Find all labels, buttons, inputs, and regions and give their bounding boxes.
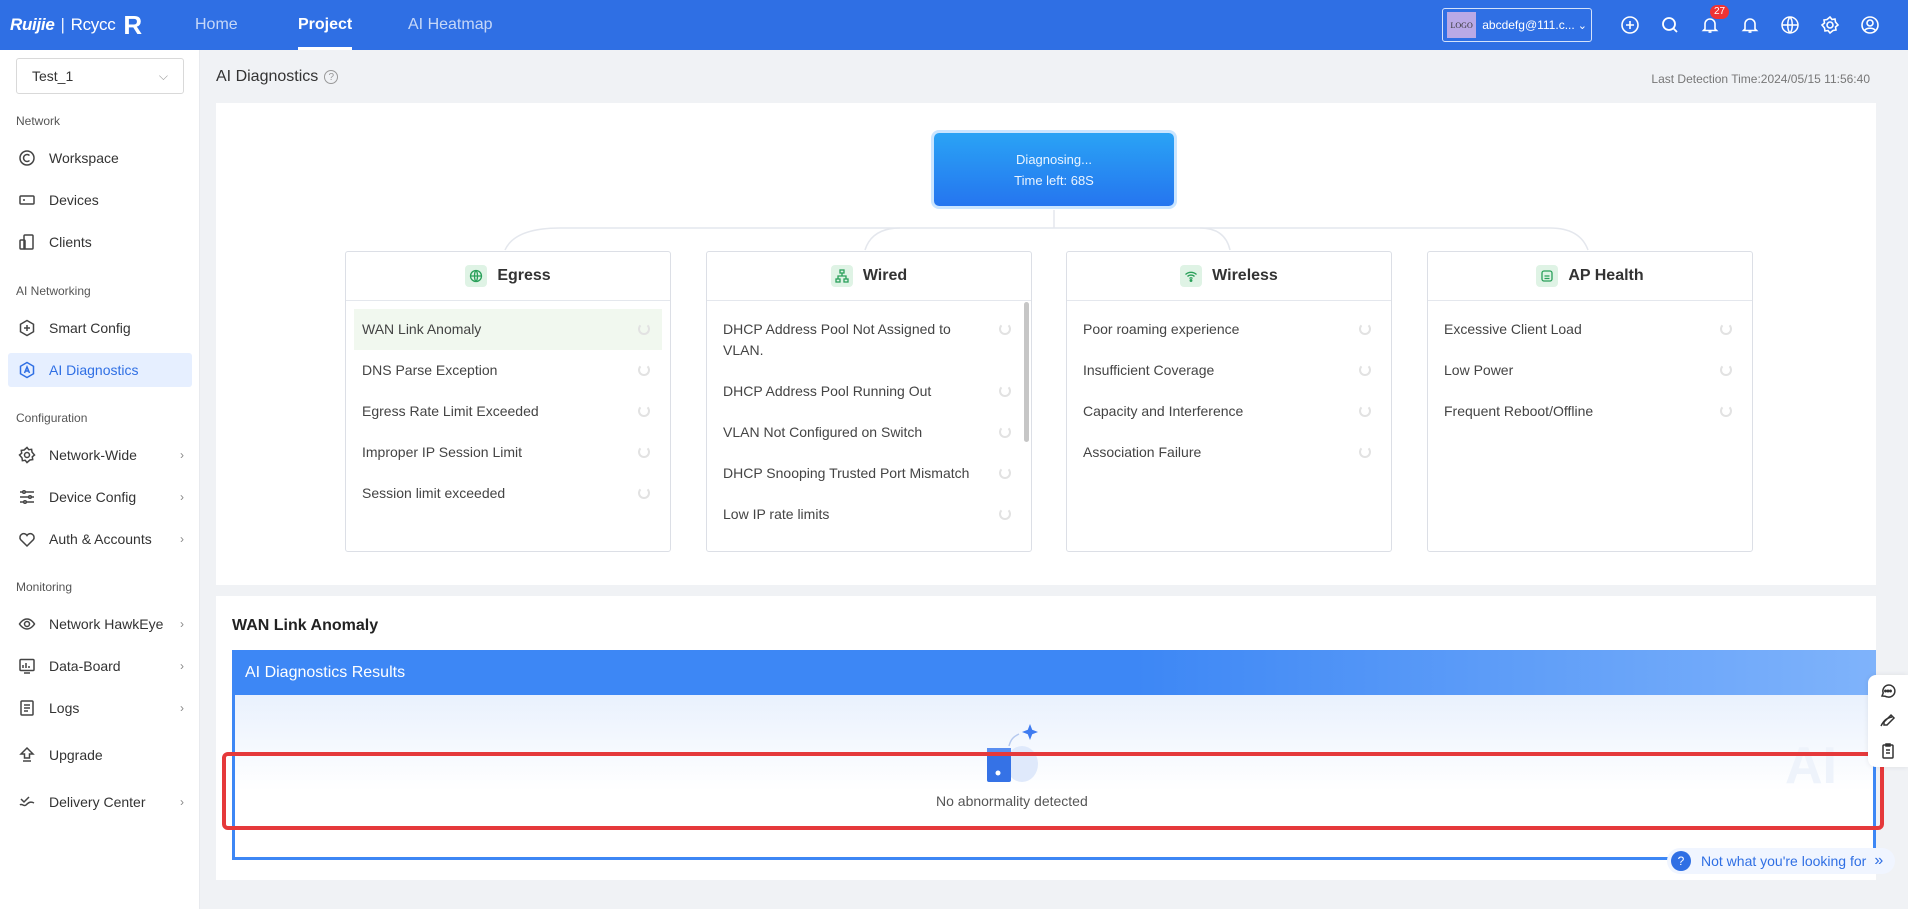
loading-spinner-icon (638, 323, 650, 335)
feedback-icon[interactable] (1878, 711, 1898, 731)
check-item[interactable]: Session limit exceeded (354, 473, 662, 514)
card-ap-health-header: AP Health (1428, 252, 1752, 301)
card-egress-header: Egress (346, 252, 670, 301)
check-item[interactable]: Insufficient Coverage (1075, 350, 1383, 391)
check-item[interactable]: Low IP rate limits (715, 494, 1023, 535)
help-circle-icon: ? (1671, 851, 1691, 871)
loading-spinner-icon (999, 385, 1011, 397)
check-item[interactable]: Excessive Client Load (1436, 309, 1744, 350)
loading-spinner-icon (999, 467, 1011, 479)
loading-spinner-icon (638, 364, 650, 376)
card-wireless-header: Wireless (1067, 252, 1391, 301)
check-item[interactable]: Frequent Reboot/Offline (1436, 391, 1744, 432)
floating-toolbar (1868, 675, 1908, 767)
check-item[interactable]: Egress Rate Limit Exceeded (354, 391, 662, 432)
time-left: Time left: 68S (1014, 172, 1094, 188)
network-tree-icon (830, 265, 853, 287)
scrollbar[interactable] (1024, 302, 1029, 442)
loading-spinner-icon (1720, 364, 1732, 376)
loading-spinner-icon (1359, 446, 1371, 458)
loading-spinner-icon (999, 426, 1011, 438)
card-wired-header: Wired (707, 252, 1031, 301)
check-item[interactable]: Capacity and Interference (1075, 391, 1383, 432)
loading-spinner-icon (1720, 405, 1732, 417)
clipboard-icon[interactable] (1878, 741, 1898, 761)
diagnosing-label: Diagnosing... (1016, 151, 1092, 167)
check-item[interactable]: Poor roaming experience (1075, 309, 1383, 350)
loading-spinner-icon (999, 323, 1011, 335)
loading-spinner-icon (1359, 323, 1371, 335)
check-item[interactable]: Improper IP Session Limit (354, 432, 662, 473)
chat-icon[interactable] (1878, 681, 1898, 701)
check-item[interactable]: DHCP Snooping Trusted Port Mismatch (715, 453, 1023, 494)
loading-spinner-icon (1359, 405, 1371, 417)
loading-spinner-icon (638, 487, 650, 499)
check-item[interactable]: DNS Parse Exception (354, 350, 662, 391)
chevrons-right-icon: » (1874, 852, 1884, 869)
check-item[interactable]: Low Power (1436, 350, 1744, 391)
card-wired: Wired DHCP Address Pool Not Assigned to … (706, 251, 1032, 552)
highlight-box (222, 752, 1884, 830)
check-item[interactable]: WAN Link Anomaly (354, 309, 662, 350)
results-header: AI Diagnostics Results (232, 650, 1876, 695)
check-item[interactable]: DHCP Address Pool Running Out (715, 371, 1023, 412)
card-ap-health: AP Health Excessive Client Load Low Powe… (1427, 251, 1753, 552)
loading-spinner-icon (1359, 364, 1371, 376)
not-what-looking-for-link[interactable]: ? Not what you're looking for » (1667, 848, 1896, 874)
wifi-icon (1180, 265, 1203, 287)
check-item[interactable]: DHCP Address Pool Not Assigned to VLAN. (715, 309, 1023, 371)
check-item[interactable]: Association Failure (1075, 432, 1383, 473)
check-item[interactable]: VLAN Not Configured on Switch (715, 412, 1023, 453)
globe-icon (465, 265, 488, 287)
loading-spinner-icon (638, 405, 650, 417)
loading-spinner-icon (1720, 323, 1732, 335)
diagnosing-status: Diagnosing... Time left: 68S (934, 133, 1174, 206)
loading-spinner-icon (999, 508, 1011, 520)
card-wireless: Wireless Poor roaming experience Insuffi… (1066, 251, 1392, 552)
ap-device-icon (1536, 265, 1559, 287)
card-egress: Egress WAN Link Anomaly DNS Parse Except… (345, 251, 671, 552)
loading-spinner-icon (638, 446, 650, 458)
result-section-title: WAN Link Anomaly (232, 617, 379, 634)
